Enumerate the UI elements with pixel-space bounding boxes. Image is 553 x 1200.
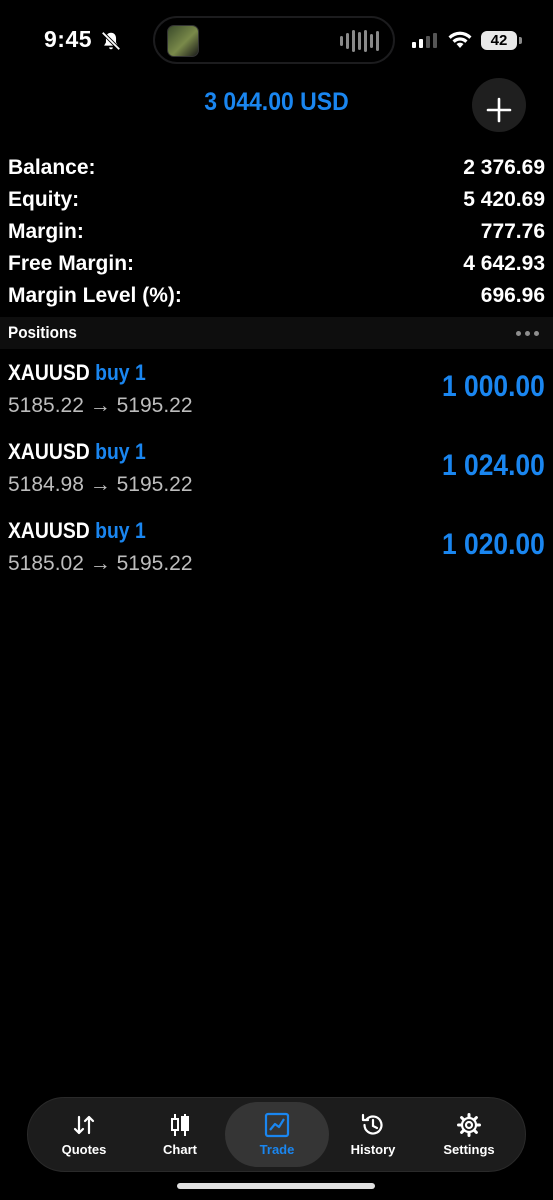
wifi-icon [448,31,472,48]
margin-level-row: Margin Level (%): 696.96 [8,280,545,312]
battery-icon: 42 [481,31,517,50]
quotes-arrows-icon [73,1115,95,1135]
positions-list: XAUUSD buy 1 5185.22 → 5195.22 1 000.00 … [0,358,553,595]
equity-row: Equity: 5 420.69 [8,184,545,216]
tab-label: Chart [163,1142,197,1157]
tab-label: History [350,1142,396,1157]
candlestick-icon [171,1114,189,1136]
audio-wave-icon [340,30,379,52]
current-price: 5195.22 [116,552,193,575]
more-options-icon[interactable] [516,330,539,336]
symbol-name: XAUUSD [8,360,90,385]
position-prices: 5184.98 → 5195.22 [8,473,193,497]
equity-value: 5 420.69 [463,188,545,211]
history-clock-icon [361,1113,383,1135]
current-price: 5195.22 [116,473,193,496]
position-profit: 1 000.00 [442,370,545,403]
balance-label: Balance: [8,156,96,179]
position-symbol: XAUUSD buy 1 [8,518,146,544]
tab-settings[interactable]: Settings [421,1098,517,1171]
margin-level-value: 696.96 [480,284,545,307]
position-prices: 5185.02 → 5195.22 [8,552,193,576]
account-summary: Balance: 2 376.69 Equity: 5 420.69 Margi… [8,152,545,312]
margin-level-label: Margin Level (%): [8,284,182,307]
tab-label: Settings [443,1142,495,1157]
tab-history[interactable]: History [325,1098,421,1171]
symbol-name: XAUUSD [8,439,90,464]
gear-icon [457,1113,481,1137]
symbol-name: XAUUSD [8,518,90,543]
position-row[interactable]: XAUUSD buy 1 5184.98 → 5195.22 1 024.00 [0,437,553,516]
free-margin-row: Free Margin: 4 642.93 [8,248,545,280]
position-row[interactable]: XAUUSD buy 1 5185.02 → 5195.22 1 020.00 [0,516,553,595]
open-price: 5184.98 [8,473,84,496]
status-time: 9:45 [44,26,93,52]
position-symbol: XAUUSD buy 1 [8,360,146,386]
position-prices: 5185.22 → 5195.22 [8,394,193,418]
free-margin-value: 4 642.93 [463,252,545,275]
dynamic-island[interactable] [153,16,395,64]
arrow-right-icon: → [89,394,111,417]
bottom-tab-bar: Quotes Chart Trade History Settings [27,1097,526,1172]
position-row[interactable]: XAUUSD buy 1 5185.22 → 5195.22 1 000.00 [0,358,553,437]
positions-section-header: Positions [0,317,553,349]
positions-title: Positions [8,323,77,342]
plus-icon [486,97,512,123]
home-indicator [177,1183,375,1189]
tab-trade[interactable]: Trade [225,1102,329,1167]
tab-quotes[interactable]: Quotes [36,1098,132,1171]
position-profit: 1 024.00 [442,449,545,482]
arrow-right-icon: → [89,552,111,575]
free-margin-label: Free Margin: [8,252,135,275]
tab-chart[interactable]: Chart [132,1098,228,1171]
open-price: 5185.22 [8,394,84,417]
bell-slash-icon [101,31,121,51]
balance-value: 2 376.69 [463,156,545,179]
position-profit: 1 020.00 [442,528,545,561]
add-order-button[interactable] [472,78,526,132]
trade-screen: 9:45 42 3 044.00 USD Balance: 2 376.69 E… [0,0,553,1200]
position-side: buy 1 [95,439,146,464]
tab-label: Trade [259,1142,295,1157]
open-price: 5185.02 [8,552,84,575]
balance-row: Balance: 2 376.69 [8,152,545,184]
signal-icon [412,33,437,48]
margin-row: Margin: 777.76 [8,216,545,248]
page-title: 3 044.00 USD [204,88,349,116]
arrow-right-icon: → [89,473,111,496]
tab-label: Quotes [61,1142,107,1157]
current-price: 5195.22 [116,394,193,417]
position-side: buy 1 [95,360,146,385]
position-symbol: XAUUSD buy 1 [8,439,146,465]
trade-chart-icon [264,1112,290,1138]
live-activity-app-icon [167,25,199,57]
margin-label: Margin: [8,220,84,243]
equity-label: Equity: [8,188,80,211]
position-side: buy 1 [95,518,146,543]
margin-value: 777.76 [480,220,545,243]
battery-cap [519,37,522,44]
